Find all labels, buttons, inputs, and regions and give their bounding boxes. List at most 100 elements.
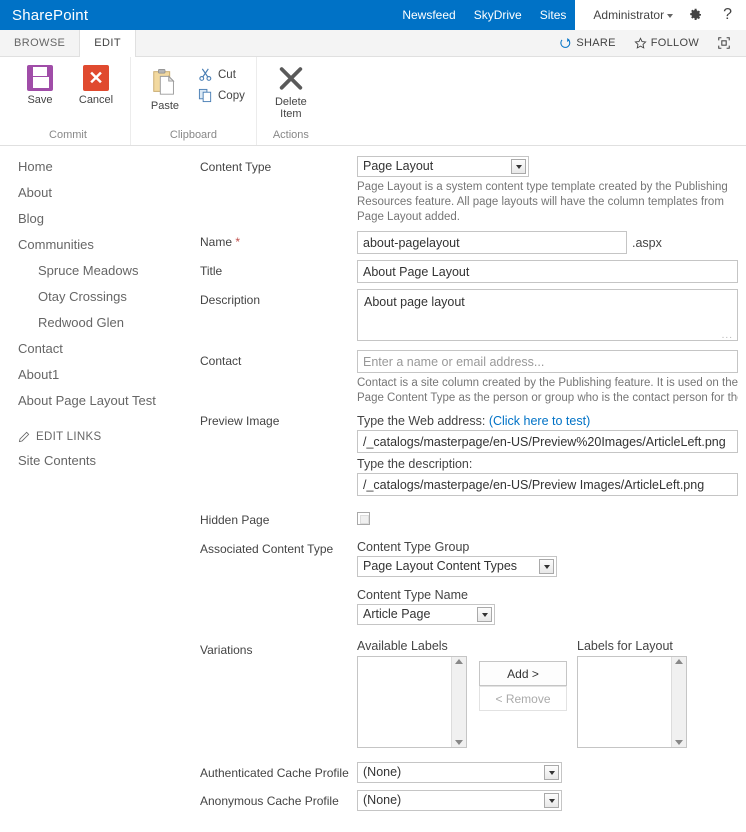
labels-for-layout-listbox[interactable]: [577, 656, 687, 748]
ribbon-group-clipboard: Paste Cut Copy Clipboard: [130, 57, 256, 145]
field-title: Title: [200, 260, 738, 283]
authenticated-cache-profile-select[interactable]: (None): [357, 762, 562, 783]
sidebar-item-about1[interactable]: About1: [0, 362, 200, 388]
scroll-down-icon[interactable]: [455, 740, 463, 745]
chevron-down-icon: [544, 793, 559, 808]
question-icon[interactable]: ?: [713, 6, 746, 24]
copy-icon: [198, 88, 212, 103]
labels-for-layout-column: Labels for Layout: [577, 639, 687, 748]
gear-icon[interactable]: [677, 7, 713, 23]
sidebar-item-about-page-layout-test[interactable]: About Page Layout Test: [0, 388, 200, 414]
delete-item-button-label-line2: Item: [280, 108, 302, 120]
edit-links-button[interactable]: EDIT LINKS: [0, 426, 200, 448]
sidebar-item-about[interactable]: About: [0, 180, 200, 206]
available-labels-listbox[interactable]: [357, 656, 467, 748]
ribbon-tab-bar: BROWSE EDIT SHARE FOLLOW: [0, 30, 746, 57]
field-anonymous-cache-profile: Anonymous Cache Profile (None): [200, 790, 738, 811]
name-input[interactable]: [357, 231, 627, 254]
chevron-down-icon: [667, 13, 674, 18]
save-icon: [27, 65, 53, 91]
contact-input[interactable]: [357, 350, 738, 373]
copy-button-label: Copy: [218, 89, 245, 102]
focus-on-content-button[interactable]: [710, 36, 738, 50]
labels-for-layout-listbox-items[interactable]: [578, 657, 671, 747]
title-input[interactable]: [357, 260, 738, 283]
scroll-down-icon[interactable]: [675, 740, 683, 745]
content-type-group-select[interactable]: Page Layout Content Types: [357, 556, 557, 577]
save-button[interactable]: Save: [14, 63, 66, 106]
page-body: Home About Blog Communities Spruce Meado…: [0, 146, 746, 817]
name-label-text: Name: [200, 235, 233, 249]
labels-for-layout-header: Labels for Layout: [577, 639, 673, 653]
sidebar-item-site-contents[interactable]: Site Contents: [0, 448, 200, 474]
preview-image-description-input[interactable]: [357, 473, 738, 496]
ribbon-group-commit: Save ✕ Cancel Commit: [6, 57, 130, 145]
ribbon-actions: SHARE FOLLOW: [552, 30, 746, 56]
content-type-label: Content Type: [200, 160, 272, 174]
share-icon: [560, 37, 571, 48]
variations-transfer-buttons: Add > < Remove: [479, 661, 567, 711]
sharepoint-brand[interactable]: SharePoint: [0, 7, 88, 24]
authenticated-cache-profile-select-value: (None): [363, 765, 402, 779]
anonymous-cache-profile-select[interactable]: (None): [357, 790, 562, 811]
contact-label: Contact: [200, 354, 242, 368]
tab-browse[interactable]: BROWSE: [0, 30, 79, 56]
share-button[interactable]: SHARE: [552, 37, 622, 50]
sidebar-item-home[interactable]: Home: [0, 154, 200, 180]
anonymous-cache-profile-label: Anonymous Cache Profile: [200, 794, 339, 808]
add-button[interactable]: Add >: [479, 661, 567, 686]
field-variations: Variations Available Labels Add > < Remo…: [200, 639, 738, 748]
labels-for-layout-scrollbar[interactable]: [671, 657, 686, 747]
authenticated-cache-profile-label: Authenticated Cache Profile: [200, 766, 349, 780]
ribbon-group-actions-body: Delete Item: [265, 57, 317, 129]
ribbon-group-actions-label: Actions: [272, 129, 309, 141]
tab-edit[interactable]: EDIT: [79, 30, 136, 57]
scroll-up-icon[interactable]: [675, 659, 683, 664]
sidebar-item-otay-crossings[interactable]: Otay Crossings: [0, 284, 200, 310]
scroll-up-icon[interactable]: [455, 659, 463, 664]
user-menu[interactable]: Administrator: [585, 8, 677, 22]
page-layout-edit-form: Content Type Page Layout Page Layout is …: [200, 146, 746, 817]
copy-button[interactable]: Copy: [195, 86, 248, 105]
focus-on-content-icon: [718, 37, 730, 49]
suite-link-sites[interactable]: Sites: [531, 0, 576, 34]
sidebar-item-blog[interactable]: Blog: [0, 206, 200, 232]
cancel-icon: ✕: [83, 65, 109, 91]
available-labels-listbox-items[interactable]: [358, 657, 451, 747]
hidden-page-checkbox[interactable]: [357, 512, 370, 525]
ribbon-group-commit-body: Save ✕ Cancel: [14, 57, 122, 129]
suite-right-cluster: Administrator ?: [575, 0, 746, 30]
chevron-down-icon: [511, 159, 526, 174]
cut-button[interactable]: Cut: [195, 65, 248, 84]
variations-dual-list: Available Labels Add > < Remove Labels f…: [357, 639, 738, 748]
authenticated-cache-profile-control: (None): [357, 762, 738, 783]
content-type-group-label: Content Type Group: [357, 540, 470, 554]
chevron-down-icon: [544, 765, 559, 780]
description-textarea[interactable]: About page layout: [357, 289, 738, 341]
content-type-name-select-value: Article Page: [363, 607, 431, 621]
sidebar-item-contact[interactable]: Contact: [0, 336, 200, 362]
cancel-button[interactable]: ✕ Cancel: [70, 63, 122, 106]
preview-image-label: Preview Image: [200, 414, 280, 428]
available-labels-scrollbar[interactable]: [451, 657, 466, 747]
cut-button-label: Cut: [218, 68, 236, 81]
suite-link-skydrive[interactable]: SkyDrive: [465, 0, 531, 30]
anonymous-cache-profile-control: (None): [357, 790, 738, 811]
follow-button[interactable]: FOLLOW: [627, 36, 706, 50]
preview-image-web-address-input[interactable]: [357, 430, 738, 453]
field-hidden-page: Hidden Page: [200, 509, 738, 528]
paste-button[interactable]: Paste: [139, 65, 191, 112]
suite-link-newsfeed[interactable]: Newsfeed: [393, 0, 464, 30]
content-type-name-select[interactable]: Article Page: [357, 604, 495, 625]
ribbon-group-commit-label: Commit: [49, 129, 87, 141]
sidebar-item-spruce-meadows[interactable]: Spruce Meadows: [0, 258, 200, 284]
ribbon-group-actions: Delete Item Actions: [255, 57, 325, 145]
preview-image-test-link[interactable]: (Click here to test): [489, 414, 590, 428]
sidebar-item-redwood-glen[interactable]: Redwood Glen: [0, 310, 200, 336]
sidebar-item-communities[interactable]: Communities: [0, 232, 200, 258]
field-description: Description About page layout ...: [200, 289, 738, 344]
delete-item-button[interactable]: Delete Item: [265, 63, 317, 120]
content-type-select[interactable]: Page Layout: [357, 156, 529, 177]
ribbon-body: Save ✕ Cancel Commit Paste Cut Copy Clip…: [0, 57, 746, 146]
follow-label: FOLLOW: [650, 37, 699, 49]
